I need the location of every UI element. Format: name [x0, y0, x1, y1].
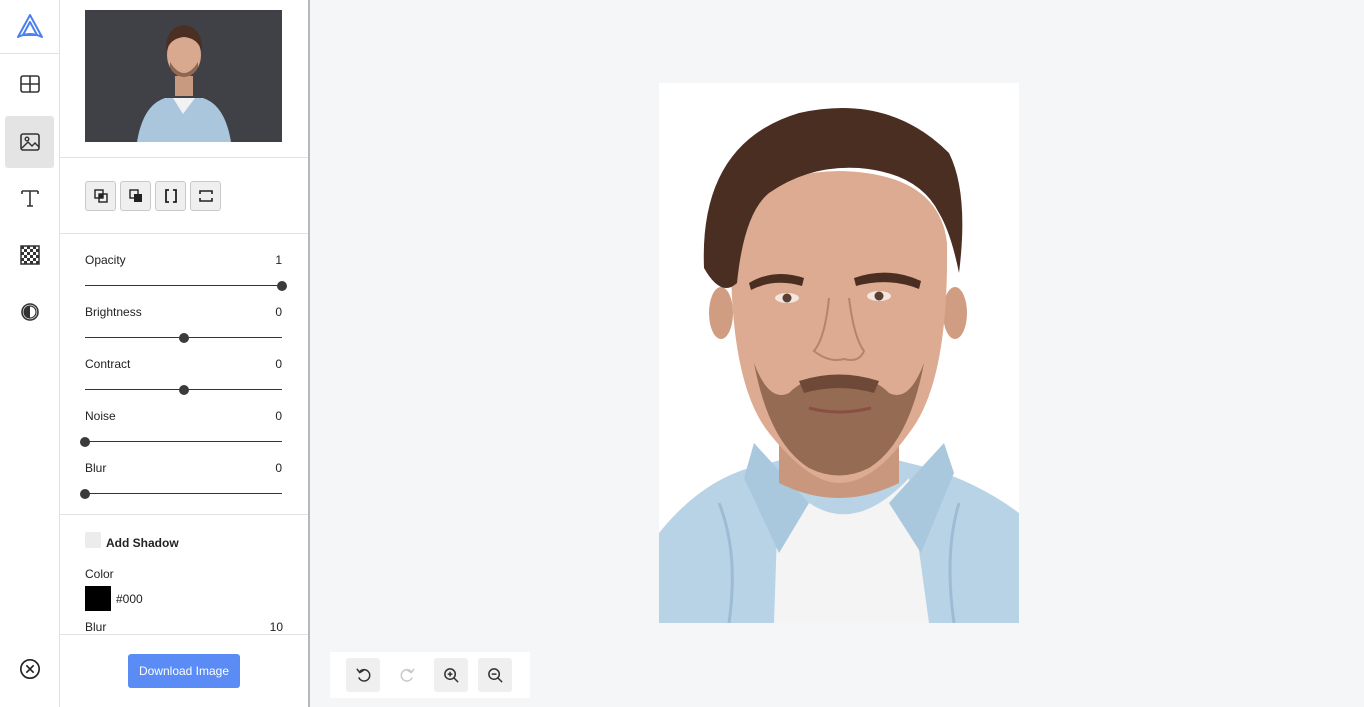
- zoom-out-icon: [487, 667, 503, 683]
- panel-footer: Download Image: [60, 634, 308, 707]
- slider-value: 1: [275, 253, 282, 267]
- tool-templates[interactable]: [5, 58, 54, 110]
- tool-text[interactable]: [5, 172, 54, 224]
- undo-button[interactable]: [346, 658, 380, 692]
- tool-background[interactable]: [5, 229, 54, 281]
- slider-label: Blur: [85, 461, 107, 475]
- image-icon: [19, 133, 40, 151]
- checkerboard-icon: [19, 245, 40, 265]
- settings-scroll[interactable]: Opacity 1 Brightness 0 Contract 0 Noise …: [60, 0, 308, 634]
- contrast-slider-group: Contract 0: [85, 356, 282, 408]
- grid-icon: [19, 75, 40, 93]
- flip-horizontal-icon: [164, 188, 177, 203]
- add-shadow-toggle[interactable]: Add Shadow: [85, 530, 283, 550]
- adjustment-sliders: Opacity 1 Brightness 0 Contract 0 Noise …: [60, 234, 308, 515]
- text-icon: [20, 190, 39, 207]
- flip-vertical-button[interactable]: [190, 180, 221, 211]
- zoom-in-button[interactable]: [434, 658, 468, 692]
- zoom-out-button[interactable]: [478, 658, 512, 692]
- thumbnail-section: [60, 0, 308, 158]
- add-shadow-label: Add Shadow: [106, 536, 179, 550]
- portrait-image[interactable]: [659, 83, 1019, 623]
- opacity-slider-track[interactable]: [85, 285, 282, 286]
- layer-controls: [60, 158, 308, 234]
- tool-rail: [0, 0, 60, 707]
- opacity-slider-handle[interactable]: [277, 281, 287, 291]
- bring-forward-button[interactable]: [85, 180, 116, 211]
- bring-forward-icon: [93, 188, 108, 203]
- shadow-blur-label: Blur: [85, 620, 107, 634]
- slider-value: 0: [275, 357, 282, 371]
- shadow-color-row: #000: [85, 586, 283, 611]
- download-image-button[interactable]: Download Image: [128, 654, 240, 688]
- shadow-section: Add Shadow Color #000 Blur 10: [60, 515, 308, 634]
- noise-slider-handle[interactable]: [80, 437, 90, 447]
- settings-panel: Opacity 1 Brightness 0 Contract 0 Noise …: [60, 0, 310, 707]
- shadow-blur-value: 10: [269, 620, 283, 634]
- add-shadow-checkbox[interactable]: [85, 532, 101, 548]
- brightness-slider-handle[interactable]: [178, 333, 189, 343]
- image-thumbnail[interactable]: [85, 10, 282, 142]
- canvas-toolbar: [330, 652, 530, 698]
- shadow-blur-row: Blur 10: [85, 620, 283, 634]
- opacity-slider-group: Opacity 1: [85, 252, 287, 304]
- redo-button[interactable]: [390, 658, 424, 692]
- flip-horizontal-button[interactable]: [155, 180, 186, 211]
- tool-filters[interactable]: [5, 286, 54, 338]
- send-backward-button[interactable]: [120, 180, 151, 211]
- zoom-in-icon: [443, 667, 459, 683]
- blur-slider-group: Blur 0: [80, 460, 282, 512]
- noise-slider-track[interactable]: [85, 441, 282, 442]
- flip-vertical-icon: [198, 189, 213, 202]
- slider-label: Opacity: [85, 253, 126, 267]
- slider-value: 0: [275, 305, 282, 319]
- contrast-icon: [20, 303, 39, 321]
- logo-icon: [16, 13, 43, 38]
- tool-image[interactable]: [5, 116, 54, 168]
- close-editor-button[interactable]: [5, 643, 54, 695]
- slider-value: 0: [275, 461, 282, 475]
- slider-value: 0: [275, 409, 282, 423]
- slider-label: Contract: [85, 357, 131, 371]
- redo-icon: [400, 667, 415, 682]
- send-backward-icon: [128, 188, 142, 202]
- undo-icon: [355, 667, 370, 682]
- noise-slider-group: Noise 0: [80, 408, 282, 460]
- editor-canvas[interactable]: [659, 83, 1019, 623]
- contrast-slider-handle[interactable]: [178, 385, 189, 395]
- shadow-color-value: #000: [116, 591, 143, 606]
- blur-slider-handle[interactable]: [80, 489, 90, 499]
- slider-label: Noise: [85, 409, 116, 423]
- blur-slider-track[interactable]: [85, 493, 282, 494]
- shadow-color-label: Color: [85, 567, 114, 581]
- slider-label: Brightness: [85, 305, 142, 319]
- brightness-slider-group: Brightness 0: [85, 304, 282, 356]
- close-icon: [19, 659, 40, 679]
- app-logo[interactable]: [0, 0, 59, 54]
- shadow-color-swatch[interactable]: [85, 586, 111, 611]
